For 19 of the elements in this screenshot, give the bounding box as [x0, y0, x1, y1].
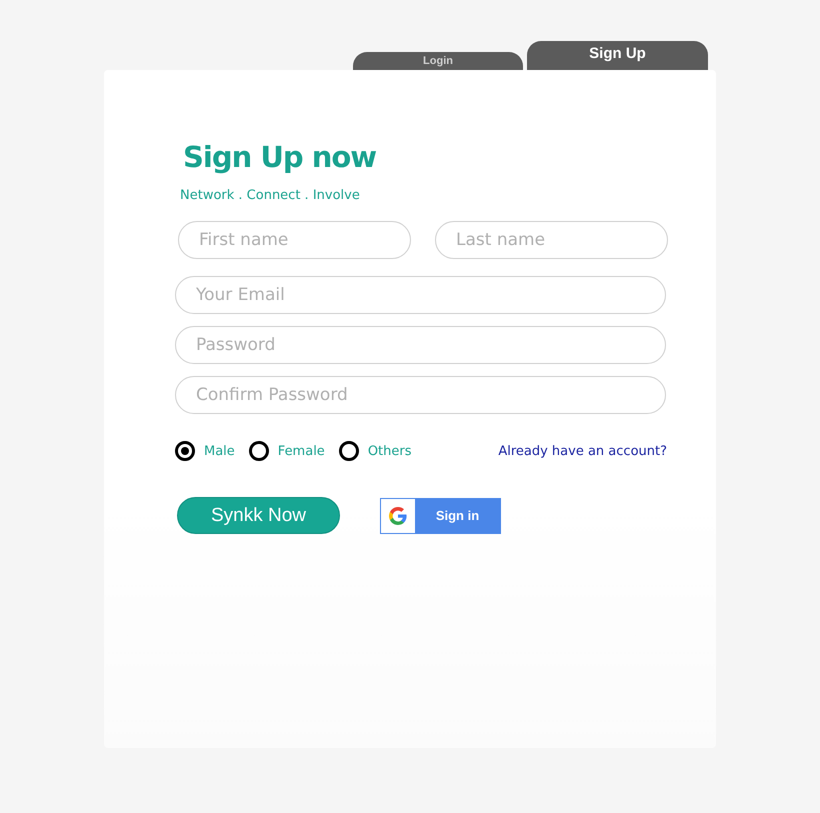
radio-label: Male [204, 444, 235, 458]
radio-button[interactable] [175, 441, 195, 461]
tab[interactable]: Login [353, 52, 523, 70]
submit-button[interactable]: Synkk Now [177, 497, 340, 534]
input-field[interactable]: Your Email [175, 276, 666, 314]
input-field[interactable]: Password [175, 326, 666, 364]
google-g-icon [389, 506, 407, 524]
input-field[interactable]: Last name [435, 221, 668, 259]
radio-label: Female [278, 444, 325, 458]
input-field[interactable]: Confirm Password [175, 376, 666, 414]
login-link[interactable]: Already have an account? [498, 444, 667, 458]
input-field[interactable]: First name [178, 221, 411, 259]
radio-button[interactable] [248, 441, 269, 461]
tab[interactable]: Sign Up [527, 41, 708, 70]
radio-button[interactable] [338, 441, 359, 461]
radio-label: Others [368, 444, 412, 458]
form-title: Sign Up now [183, 140, 378, 174]
google-sign-in-button[interactable]: Sign in [380, 498, 501, 534]
tagline: Network . Connect . Involve [180, 188, 361, 203]
